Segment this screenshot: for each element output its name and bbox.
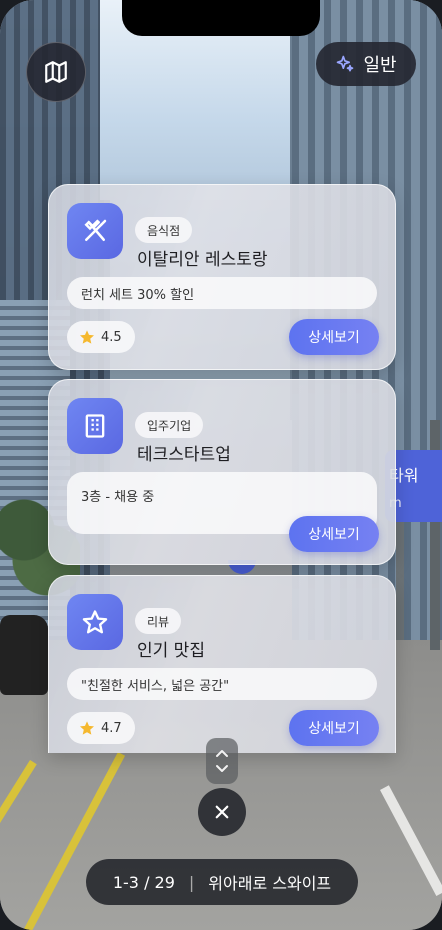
mode-button[interactable]: 일반	[316, 42, 416, 86]
restaurant-icon	[84, 219, 107, 241]
separator: |	[188, 872, 195, 892]
scroll-control[interactable]	[206, 738, 238, 784]
mode-label: 일반	[363, 55, 397, 76]
category-icon-box	[67, 398, 123, 454]
star-icon	[82, 610, 108, 634]
close-button[interactable]	[198, 788, 246, 836]
phone-screen: 타워 m 일반 음식점 이탈리안 레스토랑 런치 세트 30% 할인	[0, 0, 442, 930]
camera-notch	[122, 0, 320, 36]
landmark-title: 타워	[389, 466, 419, 485]
poi-name: 테크스타트업	[137, 445, 231, 465]
sparkle-icon	[337, 55, 354, 72]
category-icon-box	[67, 594, 123, 650]
rating-value: 4.5	[101, 329, 122, 345]
star-filled-icon	[80, 721, 94, 735]
category-icon-box	[67, 203, 123, 259]
landmark-distance: m	[389, 496, 442, 511]
star-filled-icon	[80, 330, 94, 344]
car	[0, 615, 48, 695]
rating-badge: 4.7	[67, 712, 135, 744]
rating-value: 4.7	[101, 720, 122, 736]
rating-badge: 4.5	[67, 321, 135, 353]
swipe-hint: 위아래로 스와이프	[208, 874, 332, 893]
poi-card[interactable]: 음식점 이탈리안 레스토랑 런치 세트 30% 할인 4.5 상세보기	[48, 184, 396, 370]
poi-description: "친절한 서비스, 넓은 공간"	[67, 668, 377, 700]
poi-name: 이탈리안 레스토랑	[137, 250, 268, 270]
chevron-up-down-icon	[216, 750, 228, 772]
detail-button[interactable]: 상세보기	[289, 516, 379, 552]
detail-button[interactable]: 상세보기	[289, 710, 379, 746]
poi-card[interactable]: 입주기업 테크스타트업 3층 - 채용 중 상세보기	[48, 379, 396, 565]
street-pole	[396, 520, 404, 640]
poi-description: 런치 세트 30% 할인	[67, 277, 377, 309]
detail-button[interactable]: 상세보기	[289, 319, 379, 355]
poi-card[interactable]: 리뷰 인기 맛집 "친절한 서비스, 넓은 공간" 4.7 상세보기	[48, 575, 396, 753]
page-indicator-bar: 1-3 / 29 | 위아래로 스와이프	[86, 859, 358, 905]
page-indicator: 1-3 / 29	[112, 872, 175, 892]
close-icon	[215, 805, 229, 819]
building-icon	[85, 414, 105, 438]
poi-name: 인기 맛집	[137, 641, 205, 661]
category-badge: 입주기업	[135, 412, 204, 438]
category-badge: 음식점	[135, 217, 193, 243]
category-badge: 리뷰	[135, 608, 182, 634]
map-icon	[45, 61, 67, 83]
map-button[interactable]	[26, 42, 86, 102]
